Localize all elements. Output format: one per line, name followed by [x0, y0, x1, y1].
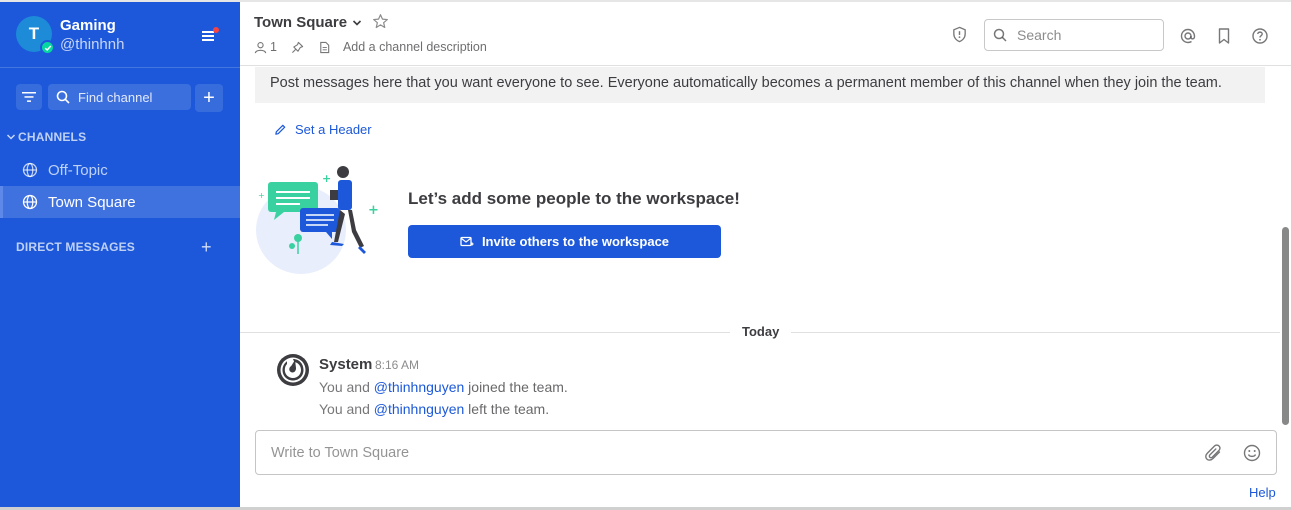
filter-icon	[22, 92, 36, 102]
pencil-icon	[275, 124, 286, 135]
bookmark-icon[interactable]	[1215, 27, 1233, 45]
sidebar-item-label: Town Square	[48, 193, 136, 211]
message-input[interactable]: Write to Town Square	[255, 430, 1277, 475]
channel-header: Town Square 1 Add a channel description …	[240, 2, 1291, 66]
at-icon[interactable]	[1179, 27, 1197, 45]
paperclip-icon[interactable]	[1204, 443, 1224, 463]
document-icon	[320, 41, 330, 53]
invite-button-label: Invite others to the workspace	[481, 234, 670, 249]
star-icon[interactable]	[372, 13, 389, 30]
search-icon	[56, 90, 70, 104]
scrollbar[interactable]	[1282, 227, 1289, 425]
channel-intro-text: Post messages here that you want everyon…	[255, 67, 1265, 103]
search-input[interactable]: Search	[984, 19, 1164, 51]
sidebar-item-off-topic[interactable]: Off-Topic	[0, 154, 240, 186]
message-text: You and	[319, 379, 374, 395]
help-link[interactable]: Help	[1249, 485, 1276, 500]
online-status-icon	[40, 40, 55, 55]
search-placeholder: Search	[1017, 27, 1062, 43]
post-author[interactable]: System	[319, 356, 372, 373]
chevron-down-icon	[6, 134, 16, 140]
notification-badge	[213, 27, 219, 33]
system-message-line: You and @thinhnguyen joined the team.	[319, 379, 568, 395]
channel-title: Town Square	[254, 14, 348, 31]
add-channel-button[interactable]: +	[195, 84, 223, 112]
globe-icon	[22, 162, 38, 178]
sidebar-item-town-square[interactable]: Town Square	[0, 186, 240, 218]
user-mention-link[interactable]: @thinhnguyen	[374, 401, 465, 417]
dm-header-label: DIRECT MESSAGES	[16, 240, 136, 254]
check-icon	[44, 45, 51, 51]
member-icon[interactable]	[254, 41, 267, 54]
add-direct-message-button[interactable]: +	[201, 237, 212, 258]
find-channel-label: Find channel	[78, 89, 153, 105]
member-count[interactable]: 1	[270, 40, 277, 54]
svg-text:+: +	[368, 203, 379, 218]
user-mention-link[interactable]: @thinhnguyen	[374, 379, 465, 395]
globe-icon	[22, 194, 38, 210]
user-handle: @thinhnh	[60, 36, 125, 53]
sidebar: T Gaming @thinhnh Find channel + CHANNEL…	[0, 2, 240, 507]
find-channel-button[interactable]: Find channel	[48, 84, 191, 110]
invite-icon	[460, 236, 474, 246]
channels-section-header[interactable]: CHANNELS	[6, 130, 86, 144]
set-header-label: Set a Header	[295, 122, 372, 137]
message-placeholder: Write to Town Square	[271, 444, 410, 461]
pin-icon[interactable]	[291, 41, 304, 54]
message-text: joined the team.	[464, 379, 568, 395]
shield-icon[interactable]	[951, 26, 968, 43]
team-header[interactable]: T Gaming @thinhnh	[0, 2, 240, 68]
invite-title: Let’s add some people to the workspace!	[408, 189, 740, 208]
invite-people-illustration: + + +	[256, 166, 379, 274]
avatar-initial: T	[28, 24, 40, 43]
chevron-down-icon	[352, 19, 362, 26]
message-text: You and	[319, 401, 374, 417]
add-channel-description-link[interactable]: Add a channel description	[343, 40, 487, 54]
set-header-button[interactable]: Set a Header	[274, 122, 372, 137]
menu-icon[interactable]	[200, 27, 220, 44]
channels-header-label: CHANNELS	[18, 130, 87, 144]
date-separator-label: Today	[730, 324, 792, 339]
svg-text:+: +	[258, 191, 265, 200]
search-icon	[993, 28, 1007, 42]
channel-title-button[interactable]: Town Square	[254, 14, 363, 31]
help-icon[interactable]	[1251, 27, 1269, 45]
post-timestamp[interactable]: 8:16 AM	[375, 358, 419, 372]
invite-others-button[interactable]: Invite others to the workspace	[408, 225, 721, 258]
svg-text:+: +	[322, 172, 331, 185]
emoji-icon[interactable]	[1242, 443, 1262, 463]
filter-button[interactable]	[16, 84, 42, 110]
system-message-line: You and @thinhnguyen left the team.	[319, 401, 549, 417]
app-window: T Gaming @thinhnh Find channel + CHANNEL…	[0, 0, 1291, 510]
team-name[interactable]: Gaming	[60, 17, 116, 34]
mattermost-logo-icon[interactable]	[276, 353, 310, 387]
channel-meta: 1 Add a channel description	[254, 40, 487, 54]
message-text: left the team.	[464, 401, 550, 417]
direct-messages-section-header[interactable]: DIRECT MESSAGES	[16, 240, 135, 254]
sidebar-item-label: Off-Topic	[48, 161, 108, 179]
